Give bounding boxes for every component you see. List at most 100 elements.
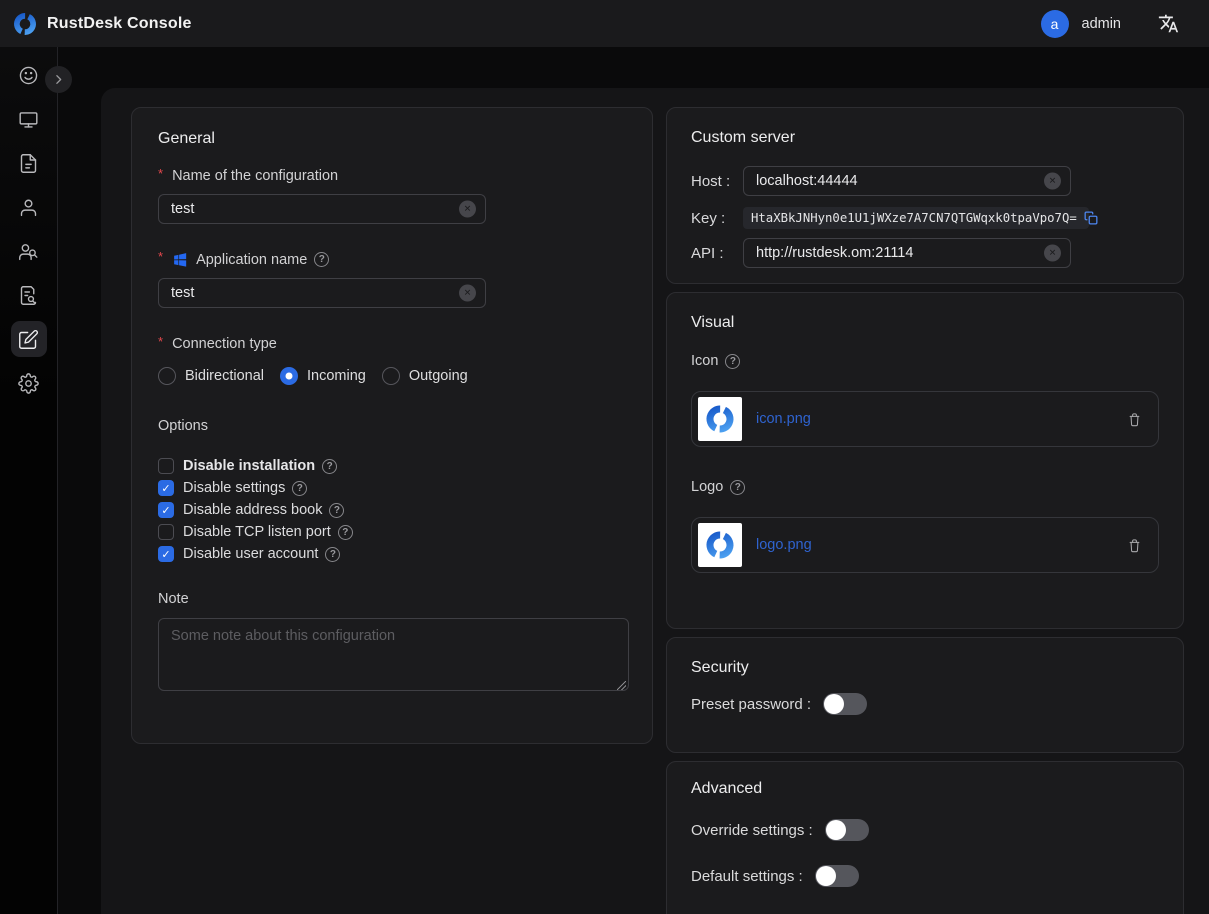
custom-server-card: Custom server Host : Key : HtaXBkJNHyn0e… <box>666 107 1184 284</box>
username[interactable]: admin <box>1082 16 1122 32</box>
application-name-label: * Application name <box>158 251 626 268</box>
copy-icon[interactable] <box>1084 211 1098 225</box>
note-textarea[interactable] <box>158 618 629 691</box>
security-card: Security Preset password : <box>666 637 1184 753</box>
clear-icon[interactable] <box>459 285 476 302</box>
override-settings-row: Override settings : <box>691 819 1159 841</box>
topbar: RustDesk Console a admin <box>0 0 1209 47</box>
icon-file-link[interactable]: icon.png <box>756 411 811 427</box>
default-settings-label: Default settings : <box>691 868 803 885</box>
logo-thumbnail <box>698 523 742 567</box>
api-input[interactable] <box>756 245 1040 261</box>
option-disable-installation[interactable]: Disable installation <box>158 455 626 477</box>
general-card: General * Name of the configuration * Ap… <box>131 107 653 744</box>
visual-title: Visual <box>691 314 1159 332</box>
help-icon[interactable] <box>314 252 329 267</box>
icon-label: Icon <box>691 353 1159 369</box>
option-disable-address-book[interactable]: Disable address book <box>158 499 626 521</box>
checkbox[interactable] <box>158 502 174 518</box>
options-label: Options <box>158 418 626 434</box>
key-row: Key : HtaXBkJNHyn0e1U1jWXze7A7CN7QTGWqxk… <box>691 207 1159 229</box>
connection-type-radio-group: Bidirectional Incoming Outgoing <box>158 367 626 385</box>
default-settings-toggle[interactable] <box>815 865 859 887</box>
icon-file-row: icon.png <box>691 391 1159 447</box>
sidebar-item-devices[interactable] <box>11 101 47 137</box>
note-textarea-wrapper <box>158 618 629 696</box>
help-icon[interactable] <box>292 481 307 496</box>
sidebar-item-home[interactable] <box>11 57 47 93</box>
preset-password-row: Preset password : <box>691 693 1159 715</box>
sidebar-item-users[interactable] <box>11 189 47 225</box>
clear-icon[interactable] <box>1044 173 1061 190</box>
note-label: Note <box>158 591 626 607</box>
connection-type-label: * Connection type <box>158 336 626 352</box>
radio-outgoing[interactable]: Outgoing <box>382 367 468 385</box>
radio-circle[interactable] <box>382 367 400 385</box>
logo-file-row: logo.png <box>691 517 1159 573</box>
help-icon[interactable] <box>325 547 340 562</box>
sidebar-item-groups[interactable] <box>11 233 47 269</box>
default-settings-row: Default settings : <box>691 865 1159 887</box>
host-label: Host : <box>691 173 743 190</box>
checkbox[interactable] <box>158 546 174 562</box>
edit-icon <box>18 329 39 350</box>
translate-icon[interactable] <box>1158 13 1179 34</box>
trash-icon[interactable] <box>1127 538 1142 553</box>
clear-icon[interactable] <box>459 201 476 218</box>
radio-incoming[interactable]: Incoming <box>280 367 366 385</box>
sidebar-item-documents[interactable] <box>11 145 47 181</box>
api-input-wrapper <box>743 238 1071 268</box>
security-title: Security <box>691 659 1159 677</box>
windows-logo-icon <box>172 251 189 268</box>
checkbox[interactable] <box>158 480 174 496</box>
clear-icon[interactable] <box>1044 245 1061 262</box>
option-disable-user-account[interactable]: Disable user account <box>158 543 626 565</box>
avatar[interactable]: a <box>1041 10 1069 38</box>
chevron-right-icon <box>52 73 65 86</box>
host-input[interactable] <box>756 173 1040 189</box>
preset-password-label: Preset password : <box>691 696 811 713</box>
help-icon[interactable] <box>725 354 740 369</box>
gear-icon <box>18 373 39 394</box>
file-search-icon <box>18 285 39 306</box>
required-asterisk: * <box>158 249 163 264</box>
key-value-chip: HtaXBkJNHyn0e1U1jWXze7A7CN7QTGWqxk0tpaVp… <box>743 207 1089 229</box>
options-checkbox-group: Disable installation Disable settings Di… <box>158 455 626 565</box>
name-input[interactable] <box>171 201 455 217</box>
help-icon[interactable] <box>730 480 745 495</box>
override-settings-toggle[interactable] <box>825 819 869 841</box>
icon-thumbnail <box>698 397 742 441</box>
sidebar-item-audit[interactable] <box>11 277 47 313</box>
trash-icon[interactable] <box>1127 412 1142 427</box>
application-name-input[interactable] <box>171 285 455 301</box>
general-title: General <box>158 130 626 148</box>
help-icon[interactable] <box>322 459 337 474</box>
help-icon[interactable] <box>338 525 353 540</box>
sidebar-item-settings[interactable] <box>11 365 47 401</box>
key-label: Key : <box>691 210 743 227</box>
api-label: API : <box>691 245 743 262</box>
advanced-title: Advanced <box>691 780 1159 798</box>
sidebar-item-custom-clients[interactable] <box>11 321 47 357</box>
logo-label: Logo <box>691 479 1159 495</box>
help-icon[interactable] <box>329 503 344 518</box>
api-row: API : <box>691 238 1159 268</box>
required-asterisk: * <box>158 334 163 349</box>
option-disable-settings[interactable]: Disable settings <box>158 477 626 499</box>
radio-circle[interactable] <box>158 367 176 385</box>
app-title: RustDesk Console <box>47 15 192 33</box>
checkbox[interactable] <box>158 524 174 540</box>
logo-file-link[interactable]: logo.png <box>756 537 812 553</box>
sidebar-collapse-button[interactable] <box>45 66 72 93</box>
radio-bidirectional[interactable]: Bidirectional <box>158 367 264 385</box>
override-settings-label: Override settings : <box>691 822 813 839</box>
radio-circle[interactable] <box>280 367 298 385</box>
sidebar <box>0 47 58 914</box>
checkbox[interactable] <box>158 458 174 474</box>
visual-card: Visual Icon icon.png <box>666 292 1184 629</box>
application-name-input-wrapper <box>158 278 486 308</box>
preset-password-toggle[interactable] <box>823 693 867 715</box>
option-disable-tcp-listen-port[interactable]: Disable TCP listen port <box>158 521 626 543</box>
content-panel: General * Name of the configuration * Ap… <box>101 88 1209 914</box>
monitor-icon <box>18 109 39 130</box>
